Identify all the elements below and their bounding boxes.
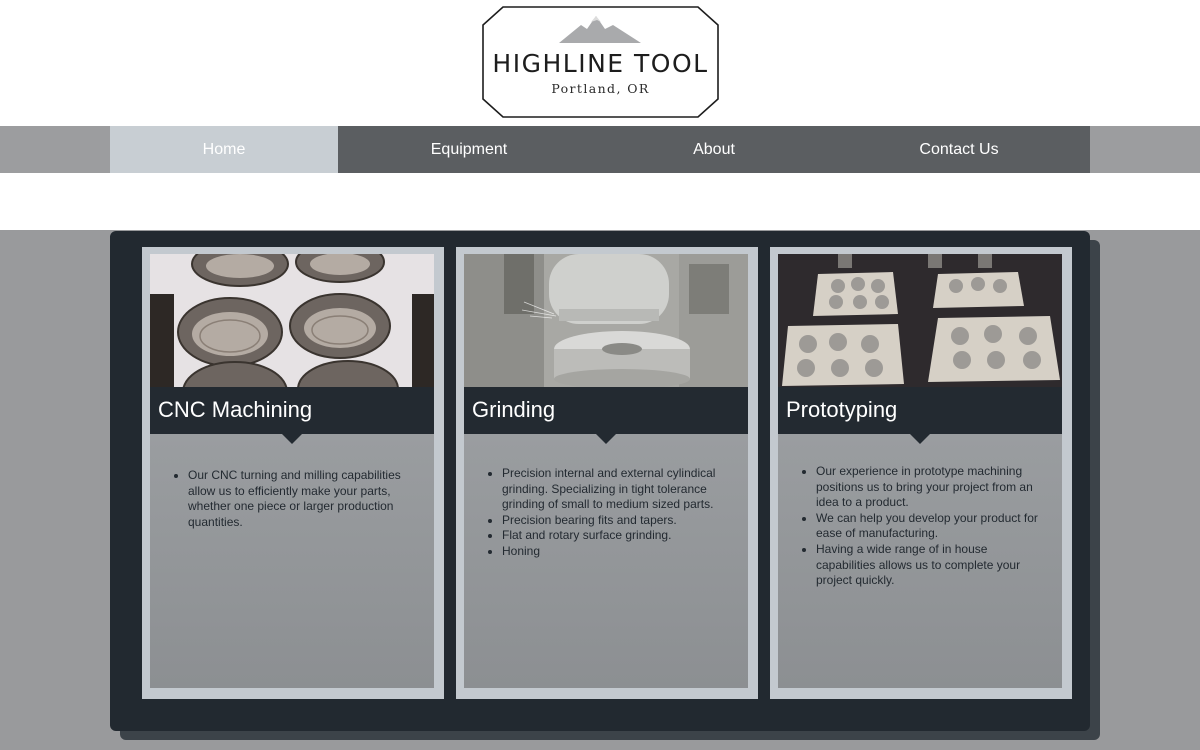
card-title: CNC Machining <box>158 397 313 422</box>
card-title: Grinding <box>472 397 556 422</box>
card-title-bar: Grinding <box>464 387 748 434</box>
nav-item-contact-us[interactable]: Contact Us <box>828 126 1090 173</box>
site-header: HIGHLINE TOOL Portland, OR <box>0 0 1200 126</box>
card-body: Grinding Precision internal and external… <box>464 254 748 688</box>
highline-tool-logo[interactable]: HIGHLINE TOOL Portland, OR <box>481 5 720 119</box>
card-bullet-list: Our CNC turning and milling capabilities… <box>188 468 414 530</box>
list-item: Our experience in prototype machining po… <box>816 464 1042 511</box>
card-pointer-arrow <box>596 434 616 444</box>
logo-title: HIGHLINE TOOL <box>492 49 709 78</box>
card-body: Prototyping Our experience in prototype … <box>778 254 1062 688</box>
list-item: Precision bearing fits and tapers. <box>502 513 728 529</box>
main-nav: Home Equipment About Contact Us <box>110 126 1090 173</box>
card-bullet-list: Precision internal and external cylindic… <box>502 466 728 560</box>
card-title: Prototyping <box>786 397 898 422</box>
grinding-wheel-photo <box>464 254 748 387</box>
threaded-metal-cups-photo <box>150 254 434 387</box>
list-item: Honing <box>502 544 728 560</box>
service-card-prototyping: Prototyping Our experience in prototype … <box>770 247 1072 699</box>
service-card-grinding: Grinding Precision internal and external… <box>456 247 758 699</box>
list-item: We can help you develop your product for… <box>816 511 1042 542</box>
nav-item-home[interactable]: Home <box>110 126 338 173</box>
card-title-bar: Prototyping <box>778 387 1062 434</box>
service-card-cnc: CNC Machining Our CNC turning and millin… <box>142 247 444 699</box>
nav-band: Home Equipment About Contact Us <box>0 126 1200 173</box>
nav-item-equipment[interactable]: Equipment <box>338 126 600 173</box>
list-item: Flat and rotary surface grinding. <box>502 528 728 544</box>
list-item: Our CNC turning and milling capabilities… <box>188 468 414 530</box>
card-body: CNC Machining Our CNC turning and millin… <box>150 254 434 688</box>
card-pointer-arrow <box>910 434 930 444</box>
logo-subtitle: Portland, OR <box>551 81 650 96</box>
services-panel: CNC Machining Our CNC turning and millin… <box>110 231 1090 731</box>
list-item: Precision internal and external cylindic… <box>502 466 728 513</box>
prototype-parts-trays-photo <box>778 254 1062 387</box>
list-item: Having a wide range of in house capabili… <box>816 542 1042 589</box>
card-bullet-list: Our experience in prototype machining po… <box>816 464 1042 589</box>
nav-item-about[interactable]: About <box>600 126 828 173</box>
card-pointer-arrow <box>282 434 302 444</box>
card-title-bar: CNC Machining <box>150 387 434 434</box>
